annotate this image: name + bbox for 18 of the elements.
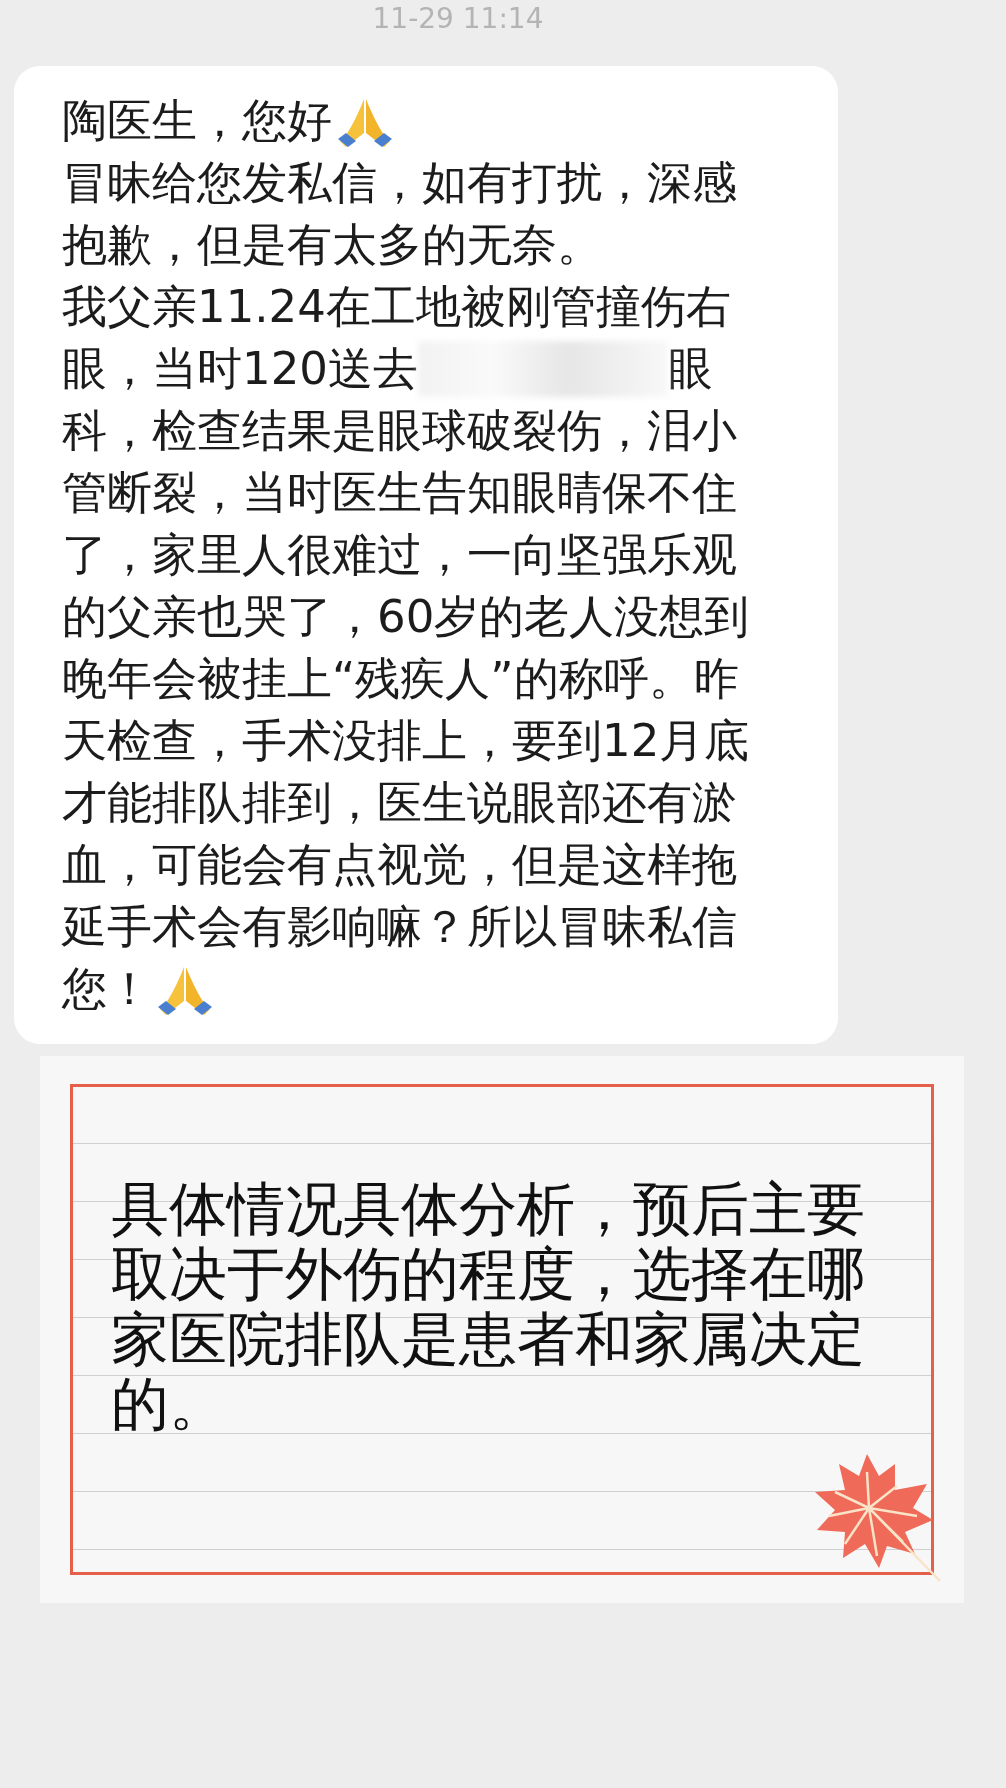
message-text: 科，检查结果是眼球破裂伤，泪小 — [62, 403, 737, 459]
reply-text: 具体情况具体分析，预后主要取决于外伤的程度，选择在哪家医院排队是患者和家属决定的。 — [111, 1177, 866, 1437]
message-text: 冒昧给您发私信，如有打扰，深感 — [62, 155, 737, 211]
message-text: 我父亲11.24在工地被刚管撞伤右 — [62, 279, 731, 335]
message-text: 血，可能会有点视觉，但是这样拖 — [62, 837, 737, 893]
message-text: 延手术会有影响嘛？所以冒昧私信 — [62, 899, 737, 955]
message-text: 眼 — [667, 341, 713, 397]
message-text: 抱歉，但是有太多的无奈。 — [62, 217, 602, 273]
message-text: 才能排队排到，医生说眼部还有淤 — [62, 775, 737, 831]
timestamp: 11-29 11:14 — [372, 2, 544, 36]
message-text: 管断裂，当时医生告知眼睛保不住 — [62, 465, 737, 521]
message-text: 了，家里人很难过，一向坚强乐观 — [62, 527, 737, 583]
message-text: 陶医生，您好 — [62, 93, 332, 149]
message-text: 晚年会被挂上“残疾人”的称呼。昨 — [62, 651, 739, 707]
message-text: 天检查，手术没排上，要到12月底 — [62, 713, 750, 769]
message-text: 您！ — [62, 961, 152, 1017]
message-text: 眼，当时120送去 — [62, 341, 418, 397]
message-text: 的父亲也哭了，60岁的老人没想到 — [62, 589, 750, 645]
